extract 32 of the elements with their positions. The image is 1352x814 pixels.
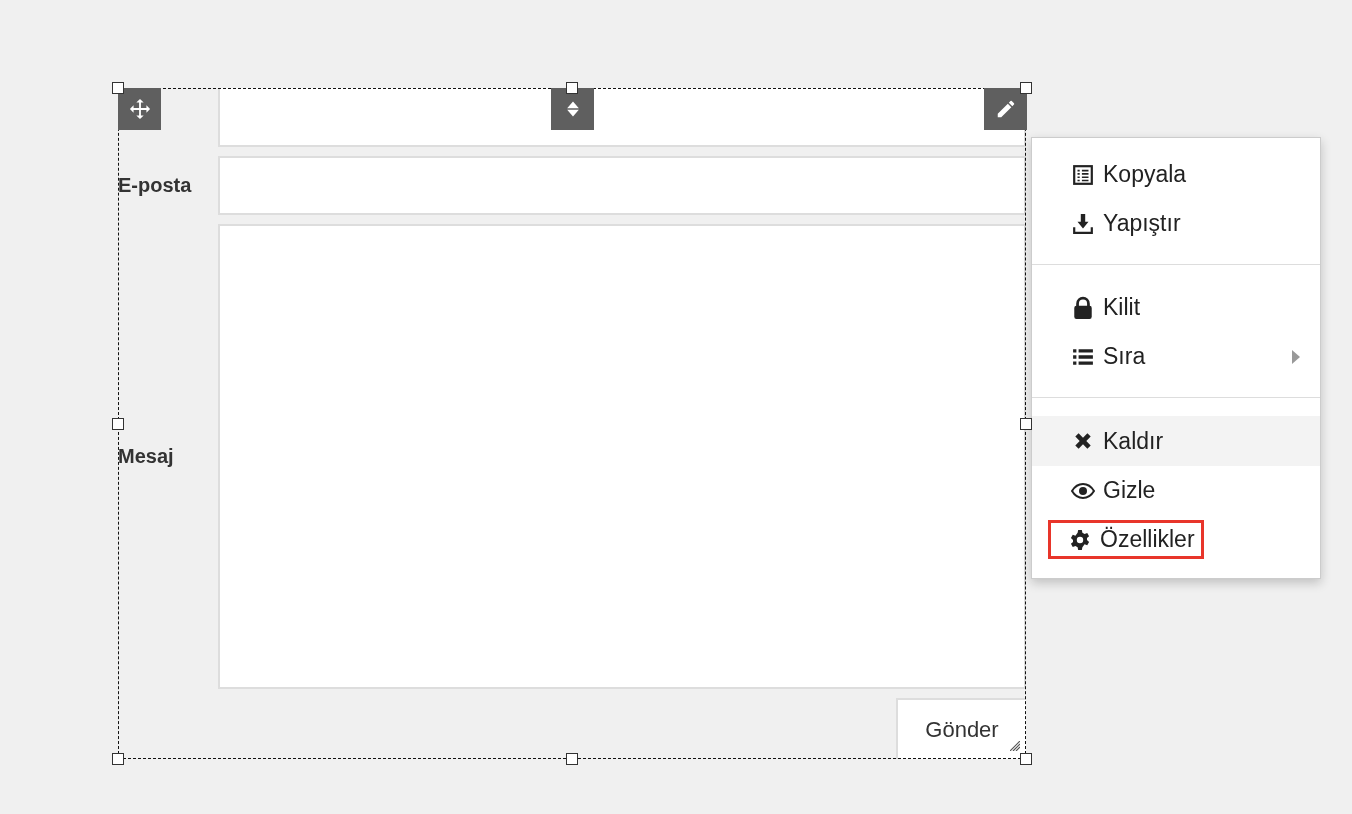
eye-icon [1071,481,1095,500]
menu-item[interactable]: Kopyala [1032,150,1320,199]
submenu-caret-icon [1292,349,1300,364]
settings-icon [1068,528,1092,551]
move-icon [128,98,151,120]
list-document-icon [1071,163,1095,186]
resize-handle[interactable] [566,753,578,765]
field-label: E-posta [118,174,193,197]
resize-handle[interactable] [1020,417,1032,430]
menu-item[interactable]: Özellikler [1032,515,1320,564]
move-handle[interactable] [118,88,161,130]
menu-item[interactable]: Gizle [1032,466,1320,515]
lock-icon [1071,295,1095,320]
menu-item[interactable]: Kilit [1032,283,1320,332]
message-field[interactable] [218,224,1026,689]
resize-handle[interactable] [1020,82,1032,94]
menu-item[interactable]: Yapıştır [1032,199,1320,248]
reorder-handle[interactable] [551,88,594,130]
menu-item[interactable]: Kaldır [1032,416,1320,466]
resize-grip-icon [1010,741,1020,751]
resize-handle[interactable] [566,82,578,94]
download-icon [1071,212,1095,235]
resize-handle[interactable] [1020,753,1032,765]
menu-item[interactable]: Sıra [1032,332,1320,381]
submit-button[interactable]: Gönder [896,698,1026,759]
resize-handle[interactable] [112,82,124,94]
field-label: Mesaj [118,445,175,468]
resize-handle[interactable] [112,753,124,765]
edit-button[interactable] [984,88,1027,130]
input-field[interactable] [218,88,1026,147]
resize-handle[interactable] [112,417,124,430]
input-field[interactable] [218,156,1026,215]
